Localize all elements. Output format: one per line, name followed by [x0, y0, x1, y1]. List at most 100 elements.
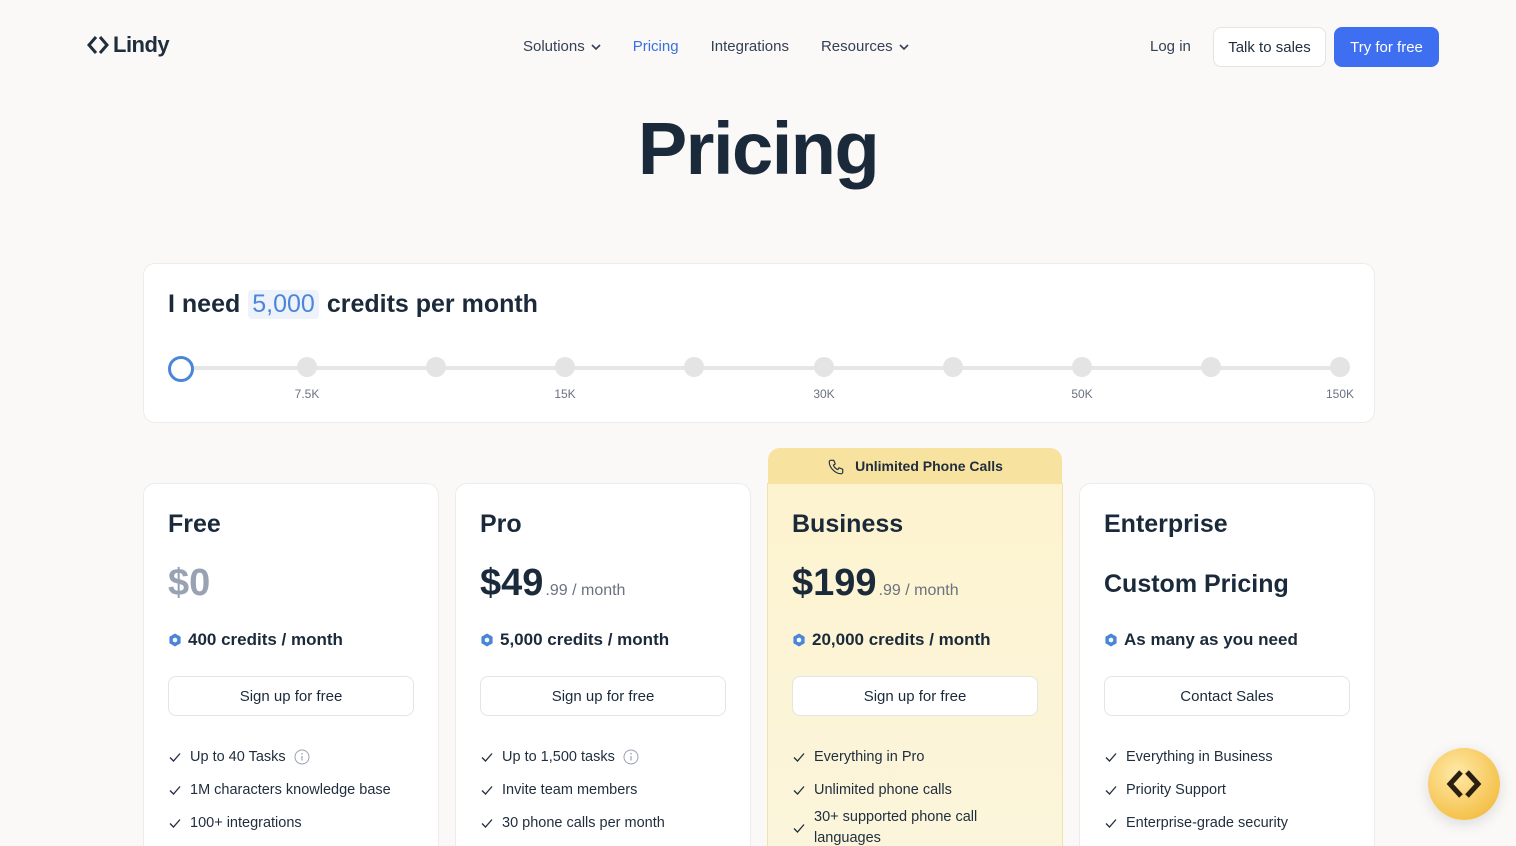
credits-slider-thumb[interactable] — [168, 356, 194, 382]
check-icon — [793, 752, 805, 762]
contact-sales-button[interactable]: Contact Sales — [1104, 676, 1350, 716]
slider-step[interactable] — [943, 357, 963, 377]
logo-text: Lindy — [113, 32, 170, 57]
price-amount: $49 — [480, 562, 544, 604]
menu-pricing-label: Pricing — [632, 38, 679, 55]
try-for-free-button[interactable]: Try for free — [1334, 27, 1439, 67]
chat-launcher-button[interactable] — [1428, 748, 1500, 820]
sign-up-free-button[interactable]: Sign up for free — [168, 676, 414, 716]
feature-item: Unlimited phone calls — [792, 773, 1042, 806]
feature-text: Unlimited phone calls — [814, 781, 952, 798]
slider-tick-label: 7.5K — [294, 387, 320, 401]
credits-suffix: credits per month — [326, 290, 538, 318]
talk-to-sales-button[interactable]: Talk to sales — [1213, 27, 1326, 67]
plan-credits: 5,000 credits / month — [480, 630, 669, 650]
plan-card-business: Business $199 .99 / month 20,000 credits… — [767, 483, 1063, 846]
plan-name: Free — [168, 510, 221, 538]
feature-list: Everything in Pro Unlimited phone calls … — [792, 740, 1042, 846]
slider-step[interactable] — [814, 357, 834, 377]
chevron-down-icon — [591, 43, 601, 50]
feature-text: Everything in Pro — [814, 748, 925, 765]
credits-heading: I need 5,000 credits per month — [168, 290, 538, 319]
credits-selector-card: I need 5,000 credits per month 7.5K 15K … — [143, 263, 1375, 423]
credits-prefix: I need — [168, 290, 241, 318]
plan-price: $49 .99 / month — [480, 562, 625, 605]
feature-item: 30+ supported phone call languages — [792, 806, 1042, 846]
price-cents-period: .99 / month — [545, 582, 626, 599]
credit-hexagon-icon — [481, 633, 493, 647]
plan-name: Pro — [480, 510, 522, 538]
feature-text: Up to 40 Tasks — [190, 748, 286, 765]
slider-tick-label: 15K — [554, 387, 576, 401]
check-icon — [481, 818, 493, 828]
slider-step[interactable] — [1201, 357, 1221, 377]
credits-slider-track[interactable] — [182, 366, 1340, 370]
feature-text: 100+ integrations — [190, 814, 302, 831]
feature-item: Up to 1,500 tasks — [480, 740, 730, 773]
slider-step[interactable] — [1072, 357, 1092, 377]
price-amount: $199 — [792, 562, 877, 604]
feature-text: Priority Support — [1126, 781, 1226, 798]
slider-step[interactable] — [684, 357, 704, 377]
feature-item: Everything in Pro — [792, 740, 1042, 773]
credit-hexagon-icon — [1105, 633, 1117, 647]
feature-list: Up to 40 Tasks 1M characters knowledge b… — [168, 740, 418, 839]
menu-resources[interactable]: Resources — [821, 38, 909, 55]
slider-tick-label: 50K — [1071, 387, 1093, 401]
feature-text: Everything in Business — [1126, 748, 1273, 765]
slider-tick-label: 150K — [1325, 387, 1355, 401]
check-icon — [169, 818, 181, 828]
check-icon — [793, 824, 805, 833]
feature-text: 30 phone calls per month — [502, 814, 665, 831]
check-icon — [1105, 818, 1117, 828]
feature-item: Priority Support — [1104, 773, 1354, 806]
check-icon — [481, 785, 493, 795]
check-icon — [1105, 785, 1117, 795]
feature-text: Invite team members — [502, 781, 638, 798]
credits-value[interactable]: 5,000 — [248, 290, 319, 319]
lindy-logo[interactable]: Lindy — [87, 32, 170, 58]
feature-text: Enterprise-grade security — [1126, 814, 1288, 831]
plan-card-enterprise: Enterprise Custom Pricing As many as you… — [1079, 483, 1375, 846]
plan-credits: 400 credits / month — [168, 630, 343, 650]
price-cents-period: .99 / month — [878, 582, 959, 599]
feature-item: 100+ integrations — [168, 806, 418, 839]
lindy-logo-icon — [87, 36, 109, 54]
plan-credits-label: 20,000 credits / month — [812, 630, 991, 649]
feature-item: Enterprise-grade security — [1104, 806, 1354, 839]
login-link[interactable]: Log in — [1150, 38, 1191, 55]
info-icon[interactable] — [294, 749, 310, 765]
slider-step[interactable] — [426, 357, 446, 377]
top-nav: Lindy Solutions Pricing Integrations Res… — [0, 0, 1516, 94]
feature-text: 1M characters knowledge base — [190, 781, 391, 798]
menu-pricing[interactable]: Pricing — [633, 38, 679, 55]
custom-pricing-label: Custom Pricing — [1104, 570, 1289, 598]
plan-credits-label: 400 credits / month — [188, 630, 343, 649]
check-icon — [481, 752, 493, 762]
feature-list: Everything in Business Priority Support … — [1104, 740, 1354, 839]
main-menu: Solutions Pricing Integrations Resources — [523, 38, 909, 55]
slider-step[interactable] — [555, 357, 575, 377]
phone-icon — [828, 459, 844, 475]
slider-tick-label: 30K — [813, 387, 835, 401]
info-icon[interactable] — [623, 749, 639, 765]
slider-step[interactable] — [297, 357, 317, 377]
menu-integrations-label: Integrations — [710, 38, 789, 55]
feature-text: 30+ supported phone call languages — [814, 809, 978, 846]
feature-item: 1M characters knowledge base — [168, 773, 418, 806]
feature-text: Up to 1,500 tasks — [502, 748, 615, 765]
credit-hexagon-icon — [793, 633, 805, 647]
menu-solutions[interactable]: Solutions — [523, 38, 601, 55]
slider-step[interactable] — [1330, 357, 1350, 377]
credit-hexagon-icon — [169, 633, 181, 647]
price-amount: $0 — [168, 562, 211, 604]
menu-integrations[interactable]: Integrations — [711, 38, 789, 55]
check-icon — [793, 785, 805, 795]
sign-up-business-button[interactable]: Sign up for free — [792, 676, 1038, 716]
feature-item: 30 phone calls per month — [480, 806, 730, 839]
sign-up-pro-button[interactable]: Sign up for free — [480, 676, 726, 716]
plan-price: $199 .99 / month — [792, 562, 959, 605]
check-icon — [169, 752, 181, 762]
plan-name: Enterprise — [1104, 510, 1228, 538]
feature-item: Up to 40 Tasks — [168, 740, 418, 773]
